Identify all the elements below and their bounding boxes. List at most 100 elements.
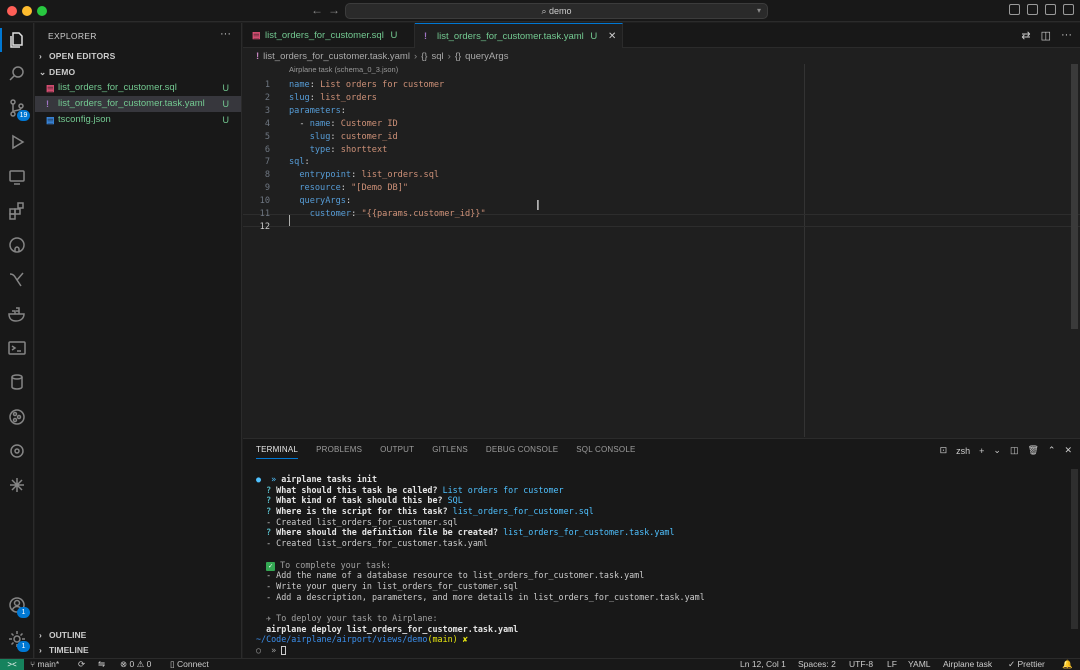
tab-sql-console[interactable]: SQL CONSOLE bbox=[576, 445, 635, 459]
tab-output[interactable]: OUTPUT bbox=[380, 445, 414, 459]
tab-debug-console[interactable]: DEBUG CONSOLE bbox=[486, 445, 558, 459]
folder-section[interactable]: ⌄ DEMO bbox=[39, 67, 75, 78]
timeline-section[interactable]: › TIMELINE bbox=[39, 645, 89, 655]
toggle-primary-sidebar-icon[interactable] bbox=[1009, 4, 1020, 15]
git-graph-icon[interactable] bbox=[7, 407, 27, 427]
terminal-text: - Created list_orders_for_customer.sql bbox=[266, 516, 458, 527]
yaml-key: sql bbox=[289, 157, 305, 168]
terminal-text: To deploy your task to Airplane: bbox=[271, 612, 438, 623]
code-indent: - bbox=[289, 118, 310, 129]
airplane-icon[interactable] bbox=[7, 475, 27, 495]
search-icon[interactable] bbox=[7, 64, 27, 84]
code-text: slug: customer_id bbox=[289, 131, 398, 144]
yaml-file-icon: ! bbox=[256, 51, 260, 62]
tab-gitlens[interactable]: GITLENS bbox=[432, 445, 468, 459]
remote-explorer-icon[interactable] bbox=[7, 167, 27, 187]
terminal-text: airplane deploy list_orders_for_customer… bbox=[256, 623, 519, 634]
run-debug-icon[interactable] bbox=[7, 132, 27, 152]
tab-yaml[interactable]: ! list_orders_for_customer.task.yaml U ✕ bbox=[415, 23, 623, 48]
terminal-icon[interactable] bbox=[7, 338, 27, 358]
gear-icon[interactable]: 1 bbox=[7, 629, 30, 652]
terminal-answer: List orders for customer bbox=[442, 484, 564, 495]
terminal-output[interactable]: ● » airplane tasks init ? What should th… bbox=[256, 474, 705, 656]
code-text: customer: "{{params.customer_id}}" bbox=[289, 208, 486, 221]
line-number: 11 bbox=[259, 209, 270, 219]
gitlens-icon[interactable]: ⇋ bbox=[98, 659, 105, 670]
source-control-icon[interactable]: 19 bbox=[7, 98, 30, 121]
end-of-line[interactable]: LF bbox=[887, 659, 897, 670]
terminal-scrollbar[interactable] bbox=[1071, 469, 1078, 629]
codelens-schema[interactable]: Airplane task (schema_0_3.json) bbox=[289, 65, 398, 74]
yaml-key: name bbox=[309, 118, 331, 129]
shell-label[interactable]: zsh bbox=[956, 446, 970, 456]
gitlens-icon[interactable] bbox=[7, 269, 27, 289]
file-item-yaml[interactable]: ! list_orders_for_customer.task.yaml U bbox=[35, 96, 241, 112]
tab-sql[interactable]: ▤ list_orders_for_customer.sql U bbox=[243, 23, 415, 48]
toggle-secondary-sidebar-icon[interactable] bbox=[1045, 4, 1056, 15]
problems-status[interactable]: ⊗ 0 ⚠ 0 bbox=[120, 659, 151, 670]
sync-icon[interactable]: ⟳ bbox=[78, 659, 85, 670]
add-terminal-icon[interactable]: + bbox=[979, 446, 984, 456]
yaml-key: queryArgs bbox=[299, 196, 346, 207]
close-icon[interactable]: ✕ bbox=[1064, 445, 1072, 456]
language-mode[interactable]: YAML bbox=[908, 659, 931, 670]
file-item-sql[interactable]: ▤ list_orders_for_customer.sql U bbox=[35, 80, 241, 96]
customize-layout-icon[interactable] bbox=[1063, 4, 1074, 15]
more-actions-icon[interactable]: ··· bbox=[220, 28, 231, 40]
explorer-icon[interactable] bbox=[7, 30, 27, 50]
minimize-window-button[interactable] bbox=[22, 6, 32, 16]
breadcrumb-file[interactable]: list_orders_for_customer.task.yaml bbox=[263, 50, 410, 64]
settings-sync-icon[interactable] bbox=[7, 441, 27, 461]
yaml-separator: : bbox=[351, 170, 362, 181]
chevron-up-icon[interactable]: ⌃ bbox=[1048, 445, 1056, 456]
schema-status[interactable]: Airplane task bbox=[943, 659, 992, 670]
forward-arrow-icon[interactable]: → bbox=[328, 3, 340, 17]
outline-section[interactable]: › OUTLINE bbox=[39, 630, 86, 640]
split-terminal-icon[interactable]: ◫ bbox=[1010, 445, 1019, 456]
github-icon[interactable] bbox=[7, 235, 27, 255]
compare-changes-icon[interactable]: ⇄ bbox=[1021, 29, 1030, 42]
split-editor-icon[interactable]: ◫ bbox=[1041, 29, 1051, 42]
file-item-tsconfig[interactable]: ▤ tsconfig.json U bbox=[35, 112, 241, 128]
warning-icon: ⚠ bbox=[136, 659, 147, 669]
extensions-icon[interactable] bbox=[7, 201, 27, 221]
tab-problems[interactable]: PROBLEMS bbox=[316, 445, 362, 459]
toggle-panel-icon[interactable] bbox=[1027, 4, 1038, 15]
yaml-file-icon: ! bbox=[424, 31, 427, 41]
close-window-button[interactable] bbox=[7, 6, 17, 16]
code-editor[interactable]: Airplane task (schema_0_3.json) 1 name: L… bbox=[243, 64, 1080, 437]
accounts-icon[interactable]: 1 bbox=[7, 595, 30, 618]
notifications-icon[interactable]: 🔔 bbox=[1062, 659, 1073, 670]
remote-indicator-icon[interactable]: >< bbox=[0, 659, 24, 670]
encoding[interactable]: UTF-8 bbox=[849, 659, 873, 670]
database-icon[interactable] bbox=[7, 372, 27, 392]
explorer-sidebar: EXPLORER ··· › OPEN EDITORS ⌄ DEMO ▤ list_… bbox=[35, 23, 242, 658]
yaml-separator: : bbox=[309, 92, 321, 103]
tab-label: list_orders_for_customer.task.yaml bbox=[437, 31, 584, 42]
breadcrumb-sql[interactable]: sql bbox=[431, 50, 443, 64]
terminal-question: What should this task be called? bbox=[276, 484, 438, 495]
more-actions-icon[interactable]: ··· bbox=[1061, 29, 1072, 42]
indentation[interactable]: Spaces: 2 bbox=[798, 659, 836, 670]
back-arrow-icon[interactable]: ← bbox=[311, 3, 323, 17]
chevron-down-icon[interactable]: ⌄ bbox=[993, 445, 1001, 456]
connect-status[interactable]: ▯ Connect bbox=[170, 659, 209, 670]
breadcrumb-queryargs[interactable]: queryArgs bbox=[465, 50, 508, 64]
tab-terminal[interactable]: TERMINAL bbox=[256, 445, 299, 459]
branch-status[interactable]: ⑂ main* bbox=[30, 659, 59, 670]
command-center[interactable]: ⌕ demo ▾ bbox=[345, 3, 768, 19]
line-number: 8 bbox=[264, 170, 270, 181]
tab-status: U bbox=[390, 30, 398, 41]
editor-scrollbar[interactable] bbox=[1071, 64, 1078, 329]
maximize-window-button[interactable] bbox=[37, 6, 47, 16]
bottom-panel: TERMINAL PROBLEMS OUTPUT GITLENS DEBUG CONSO… bbox=[243, 438, 1080, 658]
open-editors-section[interactable]: › OPEN EDITORS bbox=[39, 51, 115, 61]
yaml-value: customer_id bbox=[340, 131, 398, 142]
yaml-key: type bbox=[309, 144, 331, 155]
cursor-position[interactable]: Ln 12, Col 1 bbox=[740, 659, 786, 670]
docker-icon[interactable] bbox=[7, 304, 27, 324]
trash-icon[interactable]: 🗑 bbox=[1027, 445, 1038, 456]
prettier-status[interactable]: ✓ Prettier bbox=[1008, 659, 1045, 670]
close-icon[interactable]: ✕ bbox=[608, 31, 616, 42]
